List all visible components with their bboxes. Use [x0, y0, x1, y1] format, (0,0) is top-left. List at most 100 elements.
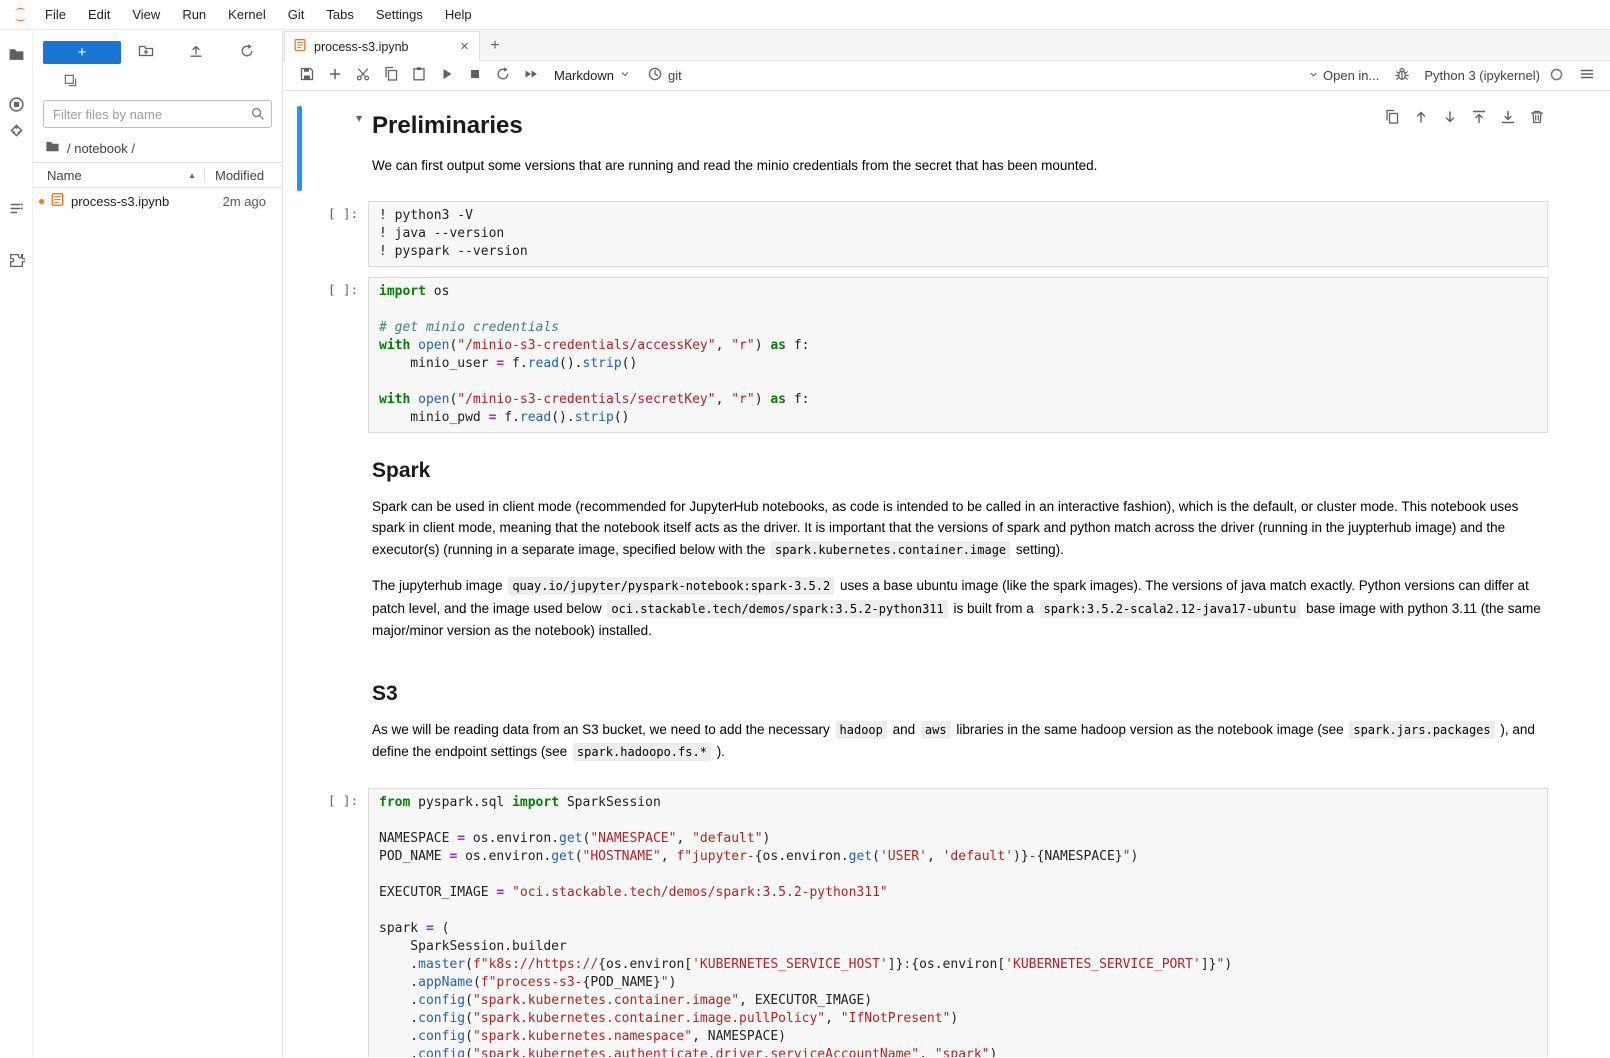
sidebar-tab-toc[interactable]: [4, 198, 28, 222]
open-in-dropdown[interactable]: Open in...: [1308, 68, 1379, 83]
new-folder-button[interactable]: [133, 40, 160, 64]
menu-git[interactable]: Git: [277, 2, 316, 27]
run-icon: [439, 66, 455, 85]
bug-icon: [1394, 66, 1410, 85]
menus: File Edit View Run Kernel Git Tabs Setti…: [34, 2, 483, 27]
paste-cell-button[interactable]: [405, 64, 432, 88]
git-clone-button[interactable]: [57, 70, 84, 94]
arrow-down-icon: [1442, 109, 1458, 128]
menu-run[interactable]: Run: [171, 2, 217, 27]
cell-type-label: Markdown: [554, 68, 614, 83]
tab-label: process-s3.ipynb: [314, 40, 451, 54]
column-name-label: Name: [47, 168, 82, 183]
git-label: git: [668, 68, 682, 83]
refresh-icon: [239, 43, 255, 62]
sidebar-tab-git[interactable]: [4, 120, 28, 144]
restart-kernel-button[interactable]: [489, 64, 516, 88]
new-tab-button[interactable]: +: [480, 32, 510, 60]
breadcrumb-path[interactable]: / notebook /: [67, 141, 135, 156]
insert-cell-below-button[interactable]: [1499, 109, 1517, 127]
menu-tabs[interactable]: Tabs: [315, 2, 364, 27]
new-folder-icon: [138, 43, 154, 62]
menu-settings[interactable]: Settings: [365, 2, 434, 27]
home-folder-icon[interactable]: [45, 139, 60, 157]
insert-below-icon: [1500, 109, 1516, 128]
jupyter-logo: [6, 5, 34, 24]
fast-forward-icon: [523, 66, 539, 85]
save-button[interactable]: [293, 64, 320, 88]
clock-icon: [647, 66, 663, 85]
column-modified[interactable]: Modified: [204, 168, 282, 183]
file-list-header: Name ▲ Modified: [33, 162, 282, 188]
file-browser-toolbar: +: [33, 38, 282, 66]
run-cell-button[interactable]: [433, 64, 460, 88]
heading-collapse-icon[interactable]: ▾: [356, 111, 362, 125]
execution-prompt: [ ]:: [302, 788, 368, 1058]
move-cell-up-button[interactable]: [1412, 109, 1430, 127]
code-cell-spark-session[interactable]: [ ]: from pyspark.sql import SparkSessio…: [297, 783, 1548, 1058]
sidebar-tab-extensions[interactable]: [4, 250, 28, 274]
insert-cell-button[interactable]: [321, 64, 348, 88]
search-icon: [250, 106, 265, 124]
file-browser-panel: +: [33, 30, 283, 1057]
duplicate-cell-button[interactable]: [1383, 109, 1401, 127]
code-cell-minio-credentials[interactable]: [ ]: import os # get minio credentialswi…: [297, 272, 1548, 438]
menu-edit[interactable]: Edit: [77, 2, 121, 27]
markdown-cell-s3[interactable]: S3 As we will be reading data from an S3…: [297, 661, 1548, 783]
insert-cell-above-button[interactable]: [1470, 109, 1488, 127]
notebook-toolbar: Markdown git Open in...: [283, 61, 1610, 91]
menubar: File Edit View Run Kernel Git Tabs Setti…: [0, 0, 1610, 30]
code-cell-versions[interactable]: [ ]: ! python3 -V! java --version! pyspa…: [297, 196, 1548, 272]
markdown-cell-spark[interactable]: Spark Spark can be used in client mode (…: [297, 438, 1548, 661]
toolbar-overflow-button[interactable]: [1573, 64, 1600, 88]
git-icon: [8, 122, 25, 142]
new-launcher-button[interactable]: +: [43, 41, 121, 64]
tab-process-s3[interactable]: process-s3.ipynb ×: [284, 31, 480, 61]
insert-above-icon: [1471, 109, 1487, 128]
duplicate-icon: [1384, 109, 1400, 128]
cell-type-dropdown[interactable]: Markdown: [545, 68, 640, 83]
delete-cell-button[interactable]: [1528, 109, 1546, 127]
md-heading-spark: Spark: [372, 459, 1544, 483]
code-editor[interactable]: ! python3 -V! java --version! pyspark --…: [368, 201, 1548, 267]
markdown-cell-preliminaries[interactable]: ▾ Preliminaries We can first output some…: [297, 101, 1548, 196]
refresh-files-button[interactable]: [233, 40, 260, 64]
move-cell-down-button[interactable]: [1441, 109, 1459, 127]
upload-button[interactable]: [183, 40, 210, 64]
trash-icon: [1529, 109, 1545, 128]
git-toolbar-button[interactable]: git: [641, 66, 688, 85]
puzzle-icon: [8, 252, 25, 272]
kernel-name[interactable]: Python 3 (ipykernel): [1424, 68, 1540, 83]
debugger-button[interactable]: [1388, 64, 1415, 88]
sidebar-tab-running[interactable]: [4, 94, 28, 118]
file-row[interactable]: process-s3.ipynb 2m ago: [33, 188, 282, 214]
code-editor[interactable]: import os # get minio credentialswith op…: [368, 277, 1548, 433]
stop-icon: [467, 66, 483, 85]
breadcrumb: / notebook /: [33, 134, 282, 162]
running-kernels-icon: [8, 96, 25, 116]
column-name[interactable]: Name ▲: [33, 168, 204, 183]
close-tab-icon[interactable]: ×: [458, 39, 471, 54]
filter-files-input[interactable]: [43, 100, 272, 128]
menu-help[interactable]: Help: [434, 2, 483, 27]
sidebar-tab-filebrowser[interactable]: [4, 44, 28, 68]
tab-bar: process-s3.ipynb × +: [283, 30, 1610, 61]
md-heading-s3: S3: [372, 682, 1544, 706]
upload-icon: [188, 43, 204, 62]
menu-kernel[interactable]: Kernel: [217, 2, 277, 27]
cell-toolbar: [1383, 109, 1546, 127]
code-editor[interactable]: from pyspark.sql import SparkSession NAM…: [368, 788, 1548, 1058]
interrupt-kernel-button[interactable]: [461, 64, 488, 88]
restart-run-all-button[interactable]: [517, 64, 544, 88]
copy-cell-button[interactable]: [377, 64, 404, 88]
md-paragraph: Spark can be used in client mode (recomm…: [372, 496, 1544, 562]
md-paragraph: As we will be reading data from an S3 bu…: [372, 719, 1544, 764]
save-icon: [299, 66, 315, 85]
cut-cell-button[interactable]: [349, 64, 376, 88]
md-heading-preliminaries: Preliminaries: [372, 112, 1544, 140]
menu-view[interactable]: View: [121, 2, 171, 27]
paste-icon: [411, 66, 427, 85]
scissors-icon: [355, 66, 371, 85]
arrow-up-icon: [1413, 109, 1429, 128]
menu-file[interactable]: File: [34, 2, 77, 27]
